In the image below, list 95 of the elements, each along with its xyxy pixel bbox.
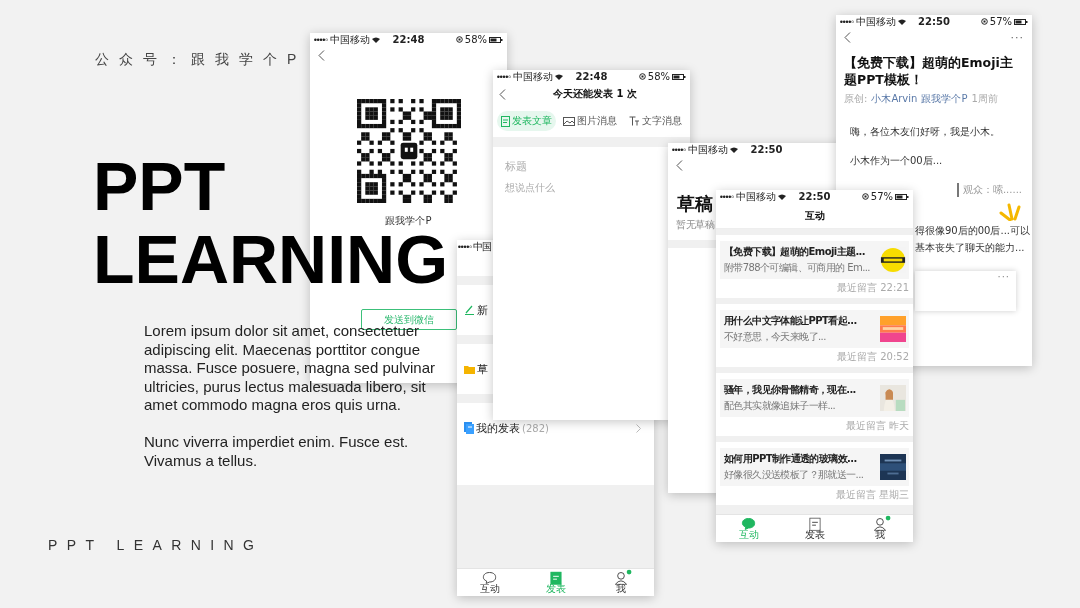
battery-icon bbox=[489, 36, 503, 43]
article-excerpt: 配色其实就像追妹子一样... bbox=[724, 399, 837, 413]
carrier-label: 中国移动 bbox=[513, 71, 553, 82]
article-excerpt: 附带788个可编辑、可商用的 Em... bbox=[724, 261, 871, 275]
tab-bar-item[interactable]: 发表 bbox=[783, 515, 846, 542]
article-title: 【免费下载】超萌的Emoji主题PPT模板！ bbox=[843, 54, 1014, 88]
article-title: 如何用PPT制作通透的玻璃效... bbox=[724, 452, 858, 466]
more-button[interactable]: ··· bbox=[1010, 30, 1024, 44]
person-icon bbox=[873, 517, 887, 531]
account-caption: 公众号：跟我学个P bbox=[95, 51, 307, 69]
battery-percent: 58% bbox=[464, 34, 487, 45]
back-icon[interactable] bbox=[844, 31, 851, 43]
burst-icon bbox=[998, 203, 1022, 221]
rotation-lock-icon bbox=[455, 36, 463, 43]
signal-icon bbox=[672, 147, 686, 152]
more-button[interactable]: ··· bbox=[997, 271, 1010, 282]
clock-time: 22:48 bbox=[392, 34, 425, 45]
back-icon[interactable] bbox=[676, 159, 683, 171]
battery-icon bbox=[895, 193, 909, 200]
tab-bar-item[interactable]: 我 bbox=[849, 515, 912, 542]
post-time: 1周前 bbox=[971, 92, 998, 106]
account-link[interactable]: 跟我学个P bbox=[921, 92, 968, 106]
wifi-icon bbox=[898, 18, 906, 25]
article-card[interactable]: 如何用PPT制作通透的玻璃效... 好像很久没送模板了？那就送一... bbox=[720, 448, 909, 486]
quote-text: 观众：嗦...... bbox=[956, 183, 1032, 197]
chat-bubble-icon bbox=[482, 571, 497, 584]
article-paragraph: 嗨，各位木友们好呀，我是小木。 bbox=[849, 125, 1001, 139]
carrier-label: 中国移动 bbox=[736, 191, 776, 202]
person-icon bbox=[614, 571, 628, 585]
carrier-label: 中国移动 bbox=[330, 34, 370, 45]
article-card[interactable]: 用什么中文字体能让PPT看起... 不好意思，今天来晚了... bbox=[720, 310, 909, 348]
latest-comment-time: 最近留言 昨天 bbox=[844, 419, 909, 433]
pencil-icon bbox=[464, 305, 475, 315]
type-tab[interactable]: 图片消息 bbox=[559, 111, 622, 131]
document-icon bbox=[464, 422, 474, 434]
article-paragraph: 基本丧失了聊天的能力... bbox=[915, 241, 1026, 255]
clock-time: 22:50 bbox=[750, 144, 783, 155]
article-paragraph: 小木作为一个00后... bbox=[849, 154, 944, 168]
chevron-right-icon bbox=[636, 423, 641, 433]
author-link[interactable]: 小木Arvin bbox=[871, 92, 918, 106]
back-icon[interactable] bbox=[499, 88, 506, 100]
text-format-icon bbox=[629, 116, 641, 126]
article-title: 用什么中文字体能让PPT看起... bbox=[724, 314, 858, 328]
back-icon[interactable] bbox=[318, 49, 325, 61]
carrier-label: 中国移动 bbox=[856, 16, 896, 27]
document-icon bbox=[500, 115, 510, 127]
signal-icon bbox=[458, 244, 472, 249]
latest-comment-time: 最近留言 星期三 bbox=[834, 488, 909, 502]
article-paragraph: 得很像90后的00后...可以 bbox=[915, 224, 1031, 238]
signal-icon bbox=[720, 194, 734, 199]
signal-icon bbox=[840, 19, 854, 24]
clock-time: 22:48 bbox=[575, 71, 608, 82]
battery-icon bbox=[672, 73, 686, 80]
latest-comment-time: 最近留言 20:52 bbox=[836, 350, 909, 364]
carrier-label: 中国移动 bbox=[688, 144, 728, 155]
headline-text: LEARNING bbox=[93, 231, 449, 287]
clock-time: 22:50 bbox=[798, 191, 831, 202]
carrier-label: 中国 bbox=[473, 241, 491, 252]
document-icon bbox=[549, 571, 562, 585]
tab-bar-item[interactable]: 互动 bbox=[458, 569, 522, 596]
article-excerpt: 好像很久没送模板了？那就送一... bbox=[724, 468, 865, 482]
battery-percent: 57% bbox=[870, 191, 893, 202]
wifi-icon bbox=[372, 36, 380, 43]
headline-text: PPT bbox=[93, 158, 227, 214]
battery-icon bbox=[1014, 18, 1028, 25]
battery-percent: 58% bbox=[647, 71, 670, 82]
wifi-icon bbox=[555, 73, 563, 80]
wifi-icon bbox=[730, 146, 738, 153]
signal-icon bbox=[497, 74, 511, 79]
screen-title: 今天还能发表 1 次 bbox=[552, 87, 638, 101]
article-excerpt: 不好意思，今天来晚了... bbox=[724, 330, 827, 344]
article-card[interactable]: 骚年，我见你骨骼精奇，现在... 配色其实就像追妹子一样... bbox=[720, 379, 909, 417]
footer-caption: PPT LEARNING bbox=[48, 537, 264, 553]
article-card[interactable]: 【免费下载】超萌的Emoji主题... 附带788个可编辑、可商用的 Em... bbox=[720, 241, 909, 279]
body-paragraph: Nunc viverra imperdiet enim. Fusce est. Vivamus a tellus. bbox=[144, 432, 410, 471]
menu-item[interactable]: 我的发表 (282) bbox=[464, 420, 549, 436]
image-icon bbox=[563, 116, 576, 126]
tab-bar-item[interactable]: 我 bbox=[590, 569, 653, 596]
signal-icon bbox=[314, 37, 328, 42]
latest-comment-time: 最近留言 22:21 bbox=[836, 281, 909, 295]
rotation-lock-icon bbox=[638, 73, 646, 80]
menu-item[interactable]: 草 bbox=[464, 361, 488, 377]
wifi-icon bbox=[778, 193, 786, 200]
battery-percent: 57% bbox=[989, 16, 1012, 27]
menu-item[interactable]: 新 bbox=[464, 302, 488, 318]
rotation-lock-icon bbox=[861, 193, 869, 200]
rotation-lock-icon bbox=[980, 18, 988, 25]
type-tab[interactable]: 文字消息 bbox=[625, 111, 687, 131]
meta-label: 原创: bbox=[844, 92, 868, 106]
folder-icon bbox=[464, 364, 475, 374]
chat-bubble-icon bbox=[741, 517, 756, 530]
clock-time: 22:50 bbox=[918, 16, 950, 27]
article-title: 【免费下载】超萌的Emoji主题... bbox=[724, 245, 866, 259]
article-title: 骚年，我见你骨骼精奇，现在... bbox=[724, 383, 857, 397]
account-name: 跟我学个P bbox=[384, 214, 433, 228]
